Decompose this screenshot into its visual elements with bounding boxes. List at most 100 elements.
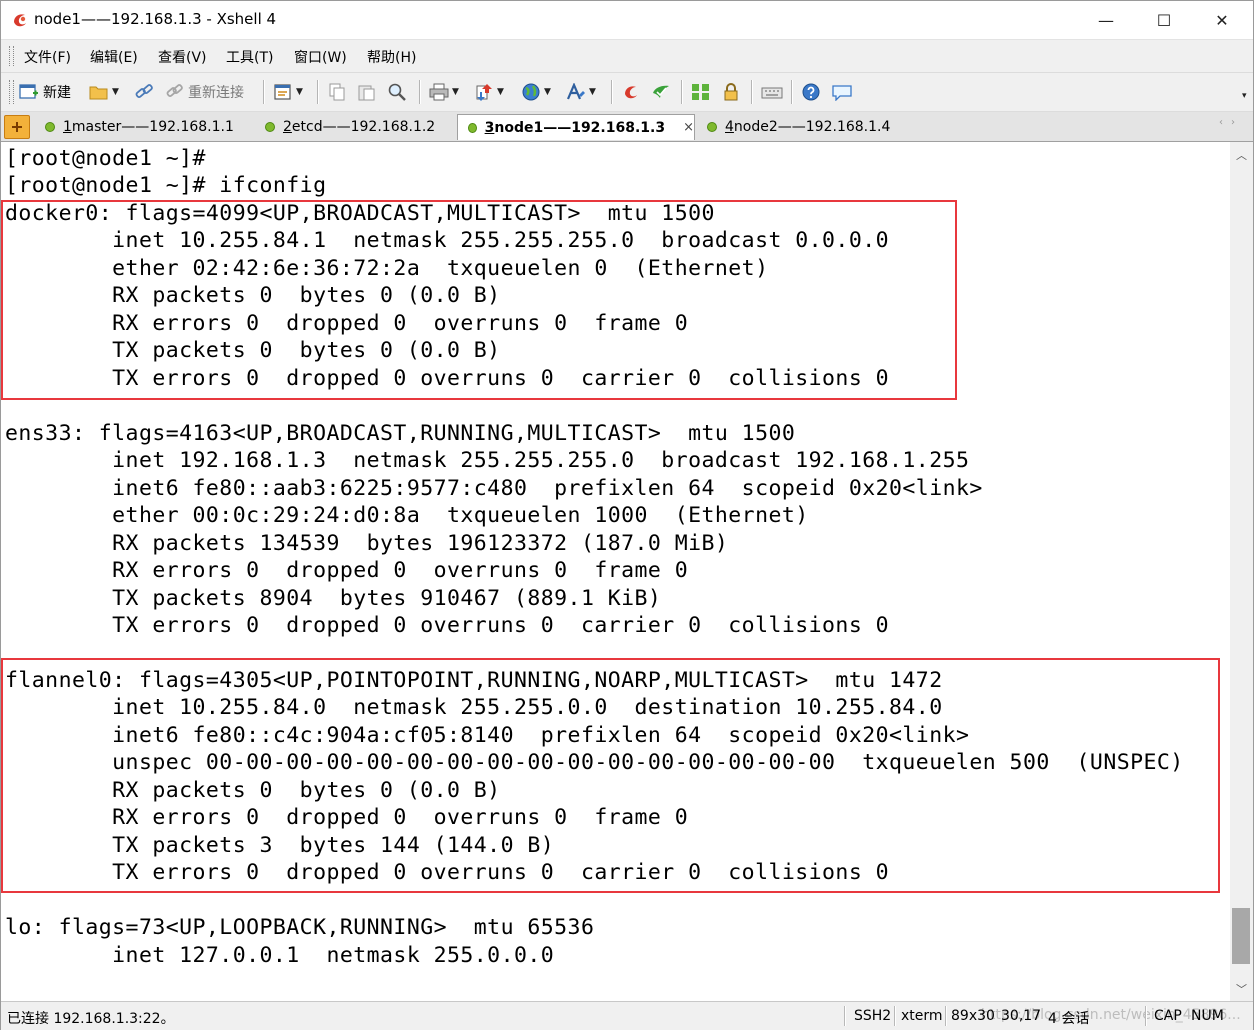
terminal-type-status: xterm (901, 1008, 943, 1024)
close-button[interactable]: ✕ (1193, 1, 1251, 39)
font-button[interactable]: ▼ (566, 81, 596, 103)
num-lock-status: NUM (1191, 1008, 1224, 1024)
lock-button[interactable] (721, 81, 741, 103)
chevron-down-icon: ▼ (544, 87, 551, 97)
scrollbar-thumb[interactable] (1232, 908, 1250, 964)
copy-button[interactable] (327, 81, 347, 103)
transfer-button[interactable]: ▼ (474, 81, 504, 103)
sessions-status: 4 会话 (1048, 1011, 1090, 1027)
status-bar: 已连接 192.168.1.3:22。 https://blog.csdn.ne… (1, 1001, 1253, 1030)
chevron-down-icon: ▼ (589, 87, 596, 97)
add-tab-button[interactable] (4, 115, 30, 139)
file-transfer-icon (476, 84, 492, 101)
menu-view[interactable]: 查看(V) (158, 47, 207, 67)
cursor-position-status: 30,17 (1001, 1008, 1042, 1024)
menu-edit[interactable]: 编辑(E) (90, 47, 138, 67)
maximize-icon: ☐ (1156, 10, 1172, 30)
chat-button[interactable] (831, 81, 853, 103)
tab-number: 2 (283, 119, 292, 135)
terminal-line: ens33: flags=4163<UP,BROADCAST,RUNNING,M… (5, 420, 796, 446)
terminal-line: TX packets 8904 bytes 910467 (889.1 KiB) (5, 585, 662, 611)
toolbar-separator (419, 80, 421, 104)
connection-status: 已连接 192.168.1.3:22。 (7, 1011, 175, 1027)
tab-master[interactable]: 1 master——192.168.1.1 (45, 115, 234, 139)
minimize-icon: — (1098, 10, 1114, 30)
title-bar: node1——192.168.1.3 - Xshell 4 — ☐ ✕ (1, 1, 1253, 39)
toolbar-grip[interactable] (9, 80, 14, 104)
toolbar: 新建 ▼ 重新连接 ▼ ▼ ▼ ▼ ▼ ▾ (1, 72, 1253, 112)
maximize-button[interactable]: ☐ (1135, 1, 1193, 39)
tab-scroll-arrows-icon[interactable]: ‹› (1219, 117, 1243, 128)
terminal-line: TX errors 0 dropped 0 overruns 0 carrier… (5, 612, 890, 638)
toolbar-separator (263, 80, 265, 104)
reconnect-button[interactable]: 重新连接 (164, 81, 244, 103)
menubar-grip[interactable] (9, 46, 14, 66)
terminal-line: lo: flags=73<UP,LOOPBACK,RUNNING> mtu 65… (5, 915, 595, 941)
terminal-size-status: 89x30 (951, 1008, 995, 1024)
scroll-up-icon[interactable]: ︿ (1230, 144, 1253, 166)
status-dot-icon (468, 122, 477, 133)
xftp-icon (653, 85, 669, 98)
help-icon (802, 83, 820, 101)
speech-bubble-icon (832, 85, 852, 101)
connect-button[interactable] (134, 81, 154, 103)
toolbar-separator (751, 80, 753, 104)
status-separator (945, 1006, 947, 1026)
keyboard-icon (761, 87, 783, 99)
tab-node1[interactable]: 3 node1——192.168.1.3 × (457, 114, 695, 140)
minimize-button[interactable]: — (1077, 1, 1135, 39)
new-session-button[interactable]: 新建 (19, 81, 71, 103)
paste-icon (358, 85, 375, 101)
terminal-line: inet6 fe80::aab3:6225:9577:c480 prefixle… (5, 475, 983, 501)
open-button[interactable]: ▼ (89, 81, 119, 103)
caps-lock-status: CAP (1154, 1008, 1182, 1024)
xshell-button[interactable] (621, 81, 641, 103)
status-dot-icon (265, 122, 275, 132)
menu-file[interactable]: 文件(F) (24, 47, 71, 67)
help-button[interactable] (801, 81, 821, 103)
paste-button[interactable] (357, 81, 377, 103)
menu-window[interactable]: 窗口(W) (294, 47, 347, 67)
tab-node2[interactable]: 4 node2——192.168.1.4 (707, 115, 890, 139)
globe-button[interactable]: ▼ (521, 81, 551, 103)
find-button[interactable] (387, 81, 407, 103)
terminal-line: [root@node1 ~]# ifconfig (5, 173, 327, 199)
xshell-logo-icon (14, 14, 26, 27)
status-dot-icon (45, 122, 55, 132)
tab-etcd[interactable]: 2 etcd——192.168.1.2 (265, 115, 435, 139)
reconnect-label: 重新连接 (188, 85, 244, 101)
tab-label: node2——192.168.1.4 (733, 119, 891, 135)
vertical-scrollbar[interactable]: ︿ ﹀ (1230, 142, 1253, 1001)
toolbar-separator (317, 80, 319, 104)
close-icon: ✕ (1215, 10, 1229, 30)
status-dot-icon (707, 122, 717, 132)
copy-icon (329, 83, 345, 101)
window-title: node1——192.168.1.3 - Xshell 4 (34, 10, 277, 28)
terminal-line: RX errors 0 dropped 0 overruns 0 frame 0 (5, 558, 689, 584)
chevron-down-icon: ▼ (452, 87, 459, 97)
chevron-down-icon: ▼ (296, 87, 303, 97)
toolbar-separator (681, 80, 683, 104)
fullscreen-button[interactable] (691, 81, 711, 103)
menu-tools[interactable]: 工具(T) (226, 47, 273, 67)
reconnect-icon (166, 84, 183, 97)
tab-label: etcd——192.168.1.2 (291, 119, 436, 135)
font-icon (566, 83, 585, 100)
terminal-line: inet 192.168.1.3 netmask 255.255.255.0 b… (5, 448, 970, 474)
xftp-button[interactable] (651, 81, 671, 103)
tab-close-icon[interactable]: × (683, 120, 694, 135)
xshell-icon (625, 86, 637, 99)
new-session-label: 新建 (43, 85, 71, 101)
keyboard-button[interactable] (761, 81, 783, 103)
toolbar-overflow-icon[interactable]: ▾ (1239, 85, 1247, 107)
print-button[interactable]: ▼ (429, 81, 459, 103)
link-icon (135, 84, 153, 98)
properties-button[interactable]: ▼ (273, 81, 303, 103)
globe-icon (522, 83, 540, 101)
properties-icon (274, 84, 291, 100)
menu-bar: 文件(F) 编辑(E) 查看(V) 工具(T) 窗口(W) 帮助(H) (1, 39, 1253, 72)
terminal-line: inet 127.0.0.1 netmask 255.0.0.0 (5, 942, 555, 968)
menu-help[interactable]: 帮助(H) (367, 47, 416, 67)
terminal-line: RX packets 134539 bytes 196123372 (187.0… (5, 530, 729, 556)
scroll-down-icon[interactable]: ﹀ (1230, 978, 1253, 1000)
